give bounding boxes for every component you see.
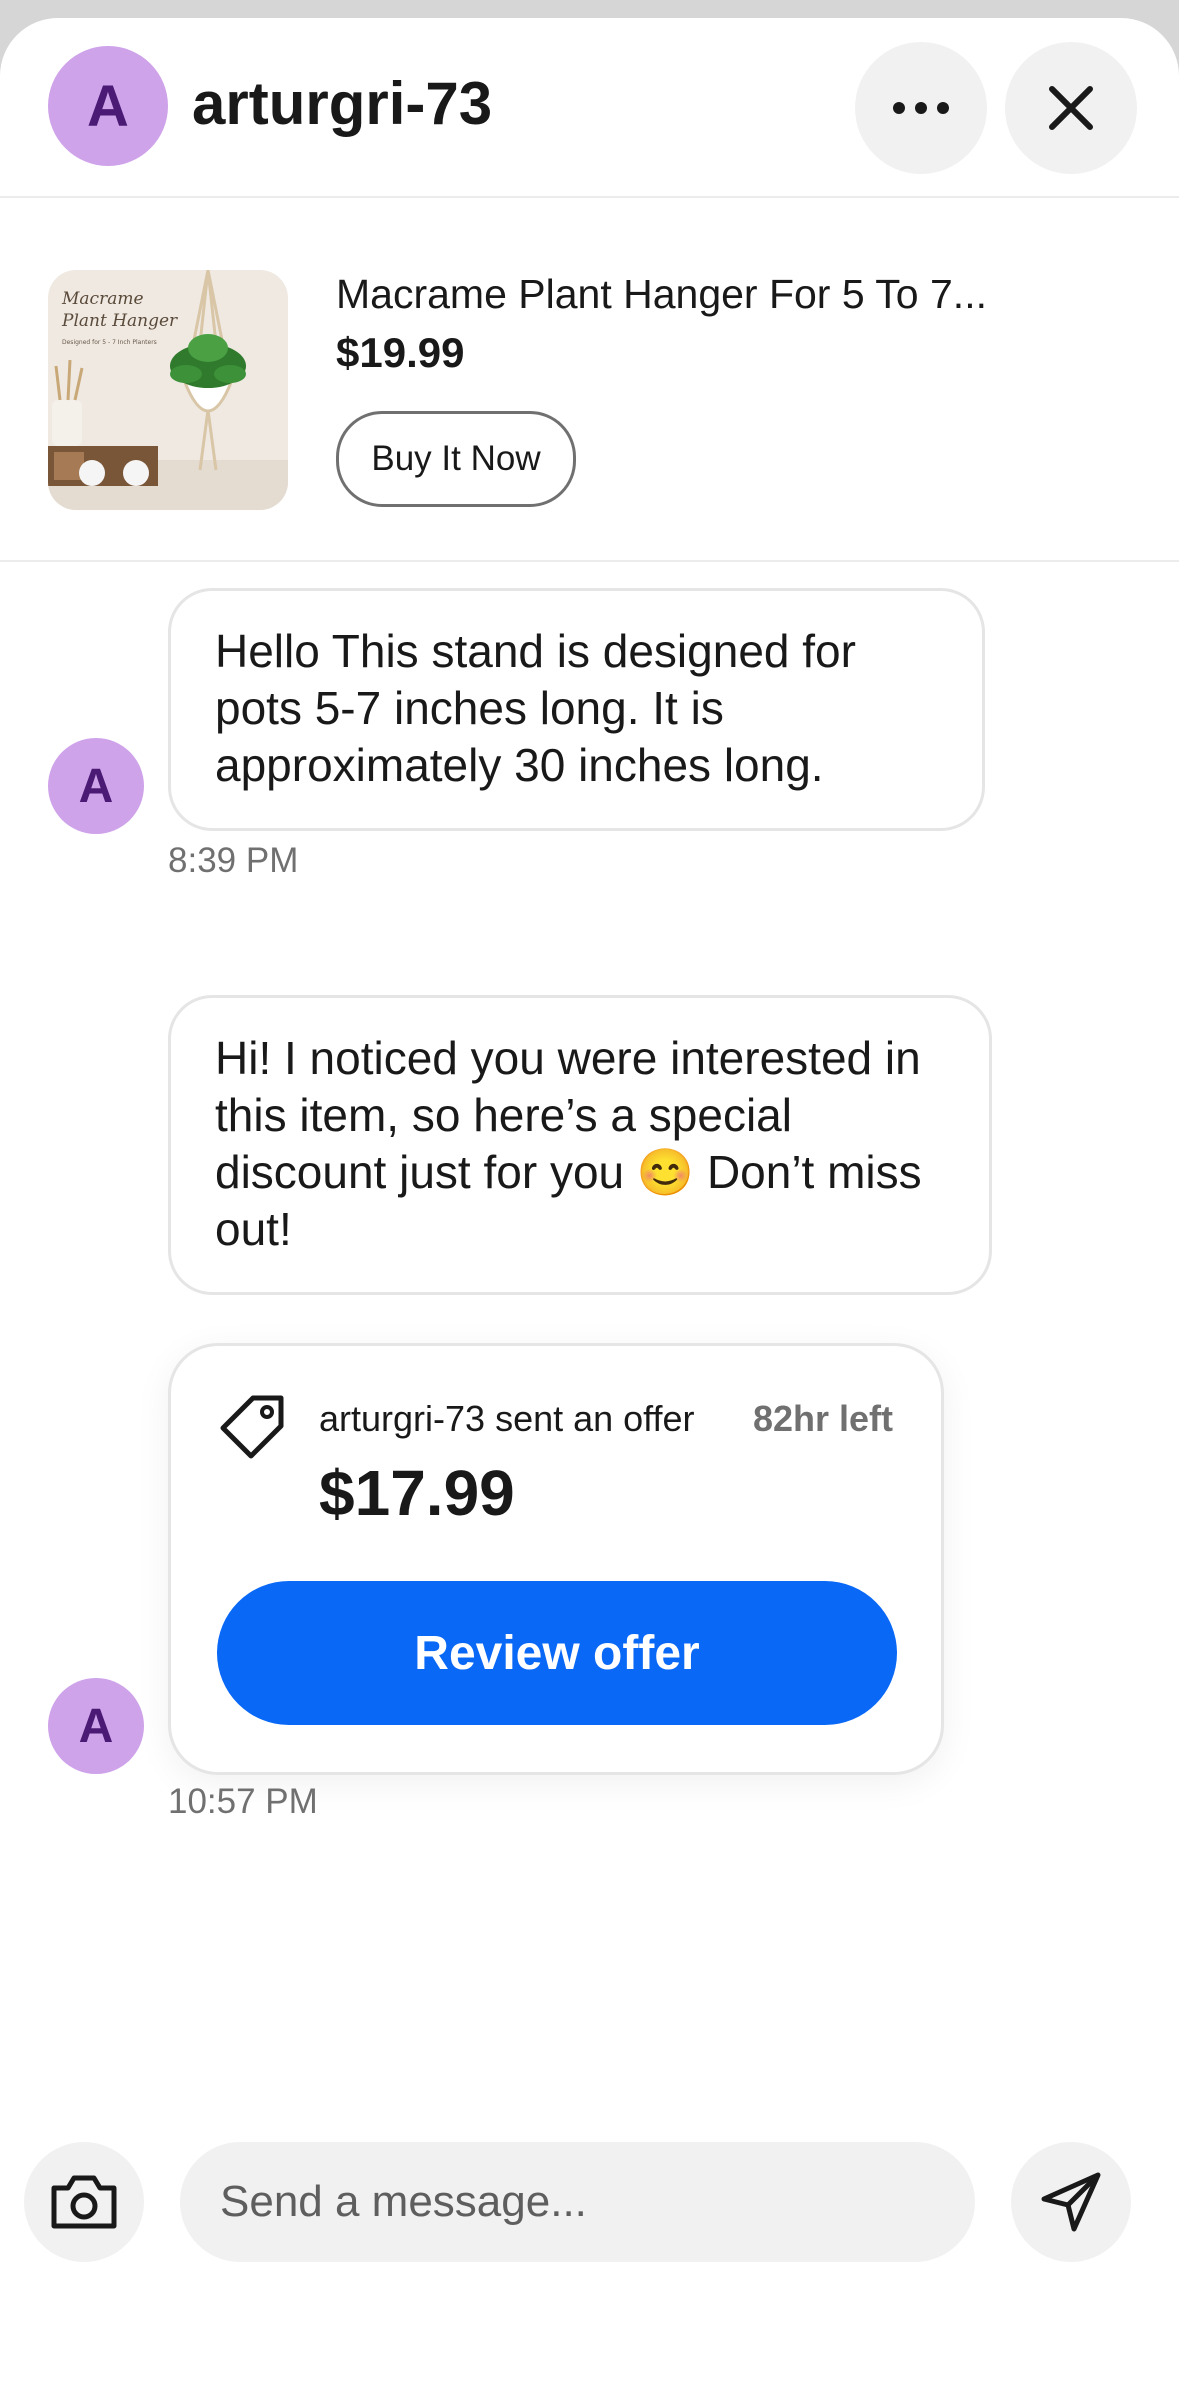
message-bubble: Hello This stand is designed for pots 5-… — [168, 588, 985, 831]
message-timestamp: 10:57 PM — [168, 1782, 318, 1821]
buy-it-now-button[interactable]: Buy It Now — [336, 411, 576, 507]
send-button[interactable] — [1011, 2142, 1131, 2262]
product-title[interactable]: Macrame Plant Hanger For 5 To 7... — [336, 268, 987, 320]
offer-price: $17.99 — [319, 1457, 515, 1529]
product-thumbnail[interactable]: Macrame Plant Hanger Designed for 5 - 7 … — [48, 270, 288, 510]
offer-sender-text: arturgri-73 sent an offer — [319, 1398, 695, 1439]
review-offer-button[interactable]: Review offer — [217, 1581, 897, 1725]
header-username[interactable]: arturgri-73 — [192, 68, 492, 140]
close-icon — [1049, 86, 1093, 130]
product-image-text-3: Designed for 5 - 7 Inch Planters — [62, 339, 157, 346]
header-divider — [0, 196, 1179, 198]
chat-sheet: A arturgri-73 Macrame Plant Hanger Desig… — [0, 18, 1179, 2396]
product-price: $19.99 — [336, 329, 465, 376]
message-avatar[interactable]: A — [48, 738, 144, 834]
camera-icon — [51, 2175, 117, 2229]
close-button[interactable] — [1005, 42, 1137, 174]
message-avatar[interactable]: A — [48, 1678, 144, 1774]
message-bubble: Hi! I noticed you were interested in thi… — [168, 995, 992, 1295]
header-avatar[interactable]: A — [48, 46, 168, 166]
price-tag-icon — [220, 1395, 284, 1459]
product-image-text-1: Macrame — [61, 289, 144, 309]
message-timestamp: 8:39 PM — [168, 841, 299, 880]
message-input[interactable]: Send a message... — [180, 2142, 975, 2262]
more-options-button[interactable] — [855, 42, 987, 174]
product-divider — [0, 560, 1179, 562]
product-image-text-2: Plant Hanger — [61, 311, 178, 331]
offer-card: arturgri-73 sent an offer 82hr left $17.… — [168, 1343, 944, 1775]
camera-button[interactable] — [24, 2142, 144, 2262]
send-icon — [1041, 2172, 1101, 2232]
more-horizontal-icon — [893, 102, 949, 114]
offer-time-left: 82hr left — [752, 1398, 893, 1439]
